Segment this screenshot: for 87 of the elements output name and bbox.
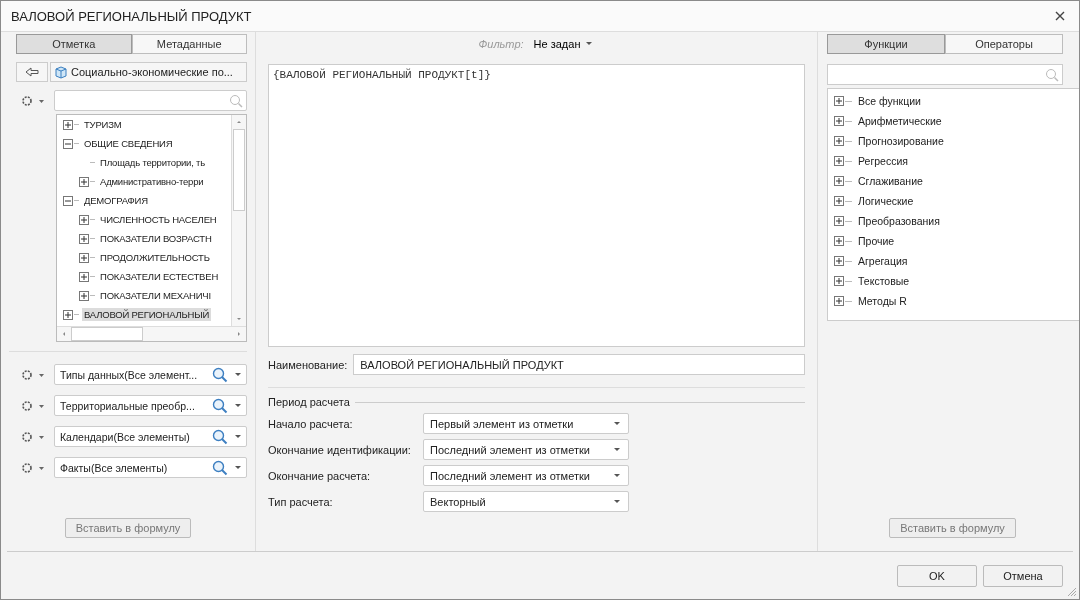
tree-item[interactable]: Текстовые bbox=[856, 274, 912, 288]
cancel-button[interactable]: Отмена bbox=[983, 564, 1063, 587]
tree-item[interactable]: Логические bbox=[856, 194, 916, 208]
tab[interactable]: Отметка bbox=[16, 34, 132, 54]
expand-icon[interactable] bbox=[834, 116, 844, 126]
expand-icon[interactable] bbox=[79, 290, 89, 301]
expand-icon[interactable] bbox=[834, 96, 844, 106]
tree-item[interactable]: Прочие bbox=[856, 234, 897, 248]
expand-icon[interactable] bbox=[63, 309, 73, 320]
tree-item[interactable]: Сглаживание bbox=[856, 174, 925, 188]
search-icon[interactable] bbox=[212, 366, 228, 383]
collapse-icon[interactable] bbox=[63, 195, 73, 206]
tab[interactable]: Метаданные bbox=[131, 34, 247, 54]
expand-icon[interactable] bbox=[79, 252, 89, 263]
field-label: Начало расчета: bbox=[268, 417, 354, 430]
dropdown[interactable]: Последний элемент из отметки bbox=[423, 439, 629, 460]
expand-icon[interactable] bbox=[834, 236, 844, 246]
window-title: ВАЛОВОЙ РЕГИОНАЛЬНЫЙ ПРОДУКТ bbox=[11, 8, 252, 24]
name-label: Наименование: bbox=[268, 358, 348, 371]
dimension-field[interactable]: Типы данных(Все элемент... bbox=[54, 364, 247, 385]
name-field[interactable]: ВАЛОВОЙ РЕГИОНАЛЬНЫЙ ПРОДУКТ bbox=[353, 354, 805, 375]
search-icon bbox=[1045, 68, 1059, 82]
field-label: Окончание расчета: bbox=[268, 469, 372, 482]
search-icon[interactable] bbox=[212, 459, 228, 476]
tree-item[interactable]: ВАЛОВОЙ РЕГИОНАЛЬНЫЙ bbox=[82, 308, 212, 321]
caret-icon bbox=[612, 472, 622, 479]
search-icon[interactable] bbox=[212, 397, 228, 414]
expand-icon[interactable] bbox=[79, 214, 89, 225]
dropdown[interactable]: Последний элемент из отметки bbox=[423, 465, 629, 486]
dropdown[interactable]: Векторный bbox=[423, 491, 629, 512]
source-button[interactable]: Социально-экономические по... bbox=[50, 62, 247, 82]
tree-item[interactable]: ДЕМОГРАФИЯ bbox=[82, 194, 150, 207]
tree-item[interactable]: ОБЩИЕ СВЕДЕНИЯ bbox=[82, 137, 175, 150]
close-icon[interactable] bbox=[1055, 11, 1065, 21]
search-icon bbox=[229, 94, 243, 108]
dimension-field[interactable]: Территориальные преобр... bbox=[54, 395, 247, 416]
collapse-icon[interactable] bbox=[63, 138, 73, 149]
field-label: Тип расчета: bbox=[268, 495, 334, 508]
tree-item[interactable]: ЧИСЛЕННОСТЬ НАСЕЛЕН bbox=[98, 213, 219, 226]
expand-icon[interactable] bbox=[79, 271, 89, 282]
tree-item[interactable]: ТУРИЗМ bbox=[82, 118, 124, 131]
expand-icon[interactable] bbox=[834, 136, 844, 146]
tree-item[interactable]: Преобразования bbox=[856, 214, 942, 228]
tree-item[interactable]: Административно-терри bbox=[98, 175, 206, 188]
formula-editor[interactable]: {ВАЛОВОЙ РЕГИОНАЛЬНЫЙ ПРОДУКТ[t]} bbox=[268, 64, 805, 347]
dropdown[interactable]: Первый элемент из отметки bbox=[423, 413, 629, 434]
caret-icon bbox=[612, 446, 622, 453]
filter-dropdown[interactable]: Не задан bbox=[533, 38, 595, 50]
tree-item[interactable]: Прогнозирование bbox=[856, 134, 946, 148]
cube-icon bbox=[54, 65, 68, 79]
back-arrow-icon bbox=[25, 67, 39, 77]
tree-item[interactable]: Регрессия bbox=[856, 154, 910, 168]
section-title: Период расчета bbox=[268, 396, 350, 408]
tree-item[interactable]: Методы R bbox=[856, 294, 909, 308]
tree-item[interactable]: ПОКАЗАТЕЛИ ВОЗРАСТН bbox=[98, 232, 214, 245]
caret-icon bbox=[584, 41, 595, 47]
expand-icon[interactable] bbox=[834, 216, 844, 226]
field-label: Окончание идентификации: bbox=[268, 443, 412, 456]
filter-label: Фильтр: bbox=[478, 38, 524, 50]
expand-icon[interactable] bbox=[834, 256, 844, 266]
expand-icon[interactable] bbox=[834, 296, 844, 306]
tree-item[interactable]: Все функции bbox=[856, 94, 923, 108]
tree-item[interactable]: ПОКАЗАТЕЛИ ЕСТЕСТВЕН bbox=[98, 270, 221, 283]
search-field[interactable] bbox=[827, 64, 1063, 85]
caret-icon bbox=[612, 498, 622, 505]
tree-item[interactable]: Арифметические bbox=[856, 114, 944, 128]
dimension-field[interactable]: Факты(Все элементы) bbox=[54, 457, 247, 478]
expand-icon[interactable] bbox=[63, 119, 73, 130]
search-field[interactable] bbox=[54, 90, 247, 111]
expand-icon[interactable] bbox=[834, 156, 844, 166]
resize-grip-icon[interactable] bbox=[1067, 587, 1077, 597]
tree-item[interactable]: Площадь территории, ть bbox=[98, 156, 207, 169]
ok-button[interactable]: OK bbox=[897, 564, 977, 587]
tab[interactable]: Функции bbox=[827, 34, 945, 54]
tree-item[interactable]: ПРОДОЛЖИТЕЛЬНОСТЬ bbox=[98, 251, 212, 264]
tree-item[interactable]: ПОКАЗАТЕЛИ МЕХАНИЧІ bbox=[98, 289, 213, 302]
caret-icon bbox=[612, 420, 622, 427]
expand-icon[interactable] bbox=[834, 176, 844, 186]
tree-item[interactable]: Агрегация bbox=[856, 254, 910, 268]
search-icon[interactable] bbox=[212, 428, 228, 445]
expand-icon[interactable] bbox=[79, 176, 89, 187]
tab[interactable]: Операторы bbox=[945, 34, 1063, 54]
expand-icon[interactable] bbox=[834, 196, 844, 206]
expand-icon[interactable] bbox=[834, 276, 844, 286]
expand-icon[interactable] bbox=[79, 233, 89, 244]
dimension-field[interactable]: Календари(Все элементы) bbox=[54, 426, 247, 447]
back-button[interactable] bbox=[16, 62, 48, 82]
